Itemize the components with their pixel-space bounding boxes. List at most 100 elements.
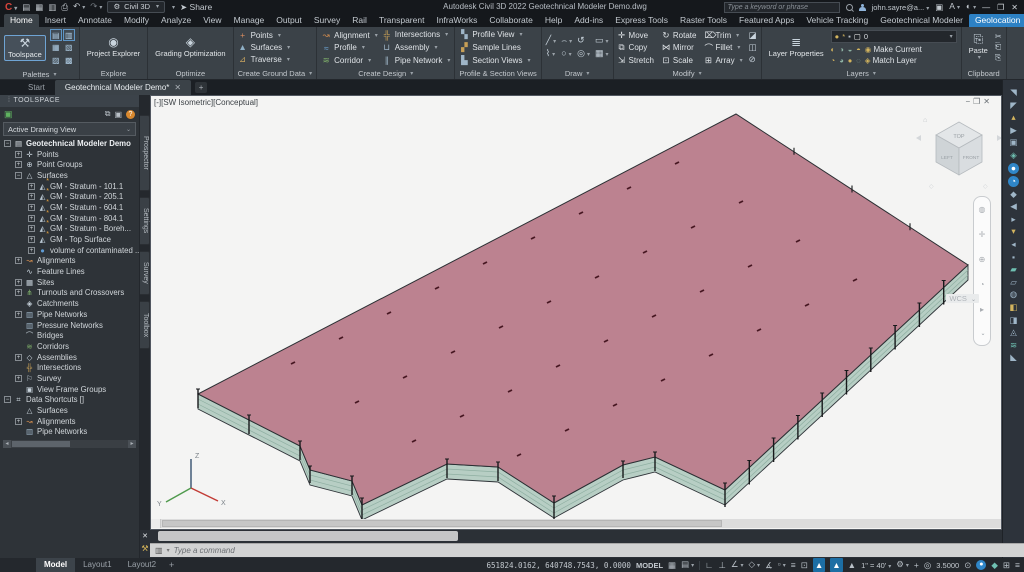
hatch-icon[interactable]: ▦▾	[595, 48, 609, 60]
pipe-network-button[interactable]: ∥Pipe Network▾	[382, 55, 451, 66]
ribbon-tab-home[interactable]: Home	[4, 14, 39, 27]
tray-icon[interactable]: ◆	[991, 558, 998, 572]
search-icon[interactable]	[846, 4, 853, 11]
traverse-button[interactable]: ⊿Traverse▾	[238, 54, 291, 65]
docked-tool-icon[interactable]: ≋	[1010, 339, 1017, 352]
workspace-switch-icon[interactable]: ⚙▾	[896, 557, 909, 572]
app-menu-button[interactable]: C▾	[5, 2, 17, 13]
stretch-button[interactable]: ⇲Stretch	[618, 55, 654, 66]
ribbon-tab-rail[interactable]: Rail	[346, 14, 373, 27]
ribbon-tab-raster-tools[interactable]: Raster Tools	[674, 14, 733, 27]
viewport-maximize-icon[interactable]: ❐	[973, 97, 983, 106]
ribbon-tab-help[interactable]: Help	[539, 14, 568, 27]
tree-item-surface[interactable]: +◭GM - Stratum - 604.1	[2, 202, 139, 213]
customize-plus-icon[interactable]: +	[914, 558, 919, 572]
wcs-selector[interactable]: WCS ⌄	[946, 294, 979, 303]
ribbon-tab-featured-apps[interactable]: Featured Apps	[733, 14, 800, 27]
tree-item-points[interactable]: +✛Points	[2, 149, 139, 160]
docked-tool-icon[interactable]: ◈	[1010, 149, 1017, 162]
project-explorer-button[interactable]: ◉ Project Explorer	[84, 35, 143, 59]
tree-item-surfaces[interactable]: −△Surfaces	[2, 170, 139, 181]
docked-tool-icon[interactable]: ▾	[1011, 225, 1015, 238]
paste-button[interactable]: ⎘ Paste▾	[966, 32, 991, 63]
drawing-viewport[interactable]: ⌂ TOP LEFT FRONT ◇ ◇ Z X Y	[150, 95, 1002, 530]
panel-label-explore[interactable]: Explore	[80, 68, 147, 79]
tab-toolbox[interactable]: Toolbox	[140, 301, 150, 349]
docked-tool-icon[interactable]: ◂	[1011, 238, 1015, 251]
layer-tool-icon[interactable]: ◐	[831, 45, 836, 54]
isodraft-icon[interactable]: ∡	[765, 558, 773, 572]
scrollbar-corner[interactable]	[151, 519, 161, 528]
ribbon-tab-express-tools[interactable]: Express Tools	[609, 14, 674, 27]
panorama-icon[interactable]: ⧉	[105, 109, 111, 119]
orbit-icon[interactable]: ◔	[980, 280, 985, 289]
copy-clip-icon[interactable]: ⎗	[995, 42, 1002, 52]
erase-icon[interactable]: ◪	[749, 30, 757, 41]
tree-item-surface[interactable]: +◭GM - Stratum - 804.1	[2, 213, 139, 224]
layer-tool-icon[interactable]: ◓	[856, 45, 861, 54]
properties-palette-icon[interactable]: ▤	[50, 29, 62, 41]
section-views-button[interactable]: ▙Section Views▾	[459, 55, 530, 66]
docked-tool-icon[interactable]: ◆	[1010, 188, 1017, 201]
array-button[interactable]: ⊞Array▾	[704, 55, 742, 66]
docked-tool-icon[interactable]: ◤	[1010, 99, 1017, 112]
offset-icon[interactable]: ⊘	[749, 54, 757, 65]
docked-tool-icon[interactable]: ◍	[1010, 288, 1017, 301]
panel-label-palettes[interactable]: Palettes▾	[0, 69, 79, 79]
ribbon-tab-modify[interactable]: Modify	[118, 14, 155, 27]
palette-icon[interactable]: ▧	[63, 42, 75, 54]
ortho-icon[interactable]: ∠▾	[731, 557, 744, 572]
rectangle-icon[interactable]: ▭▾	[595, 35, 609, 47]
viewport-minimize-icon[interactable]: −	[965, 97, 973, 106]
panel-label-draw[interactable]: Draw▾	[542, 68, 613, 79]
units-icon[interactable]: ⊙	[964, 558, 971, 572]
panel-label-create-ground-data[interactable]: Create Ground Data▾	[234, 68, 317, 79]
layer-tool-icon[interactable]: ◔	[831, 56, 836, 65]
ribbon-tab-geotechnical-modeler[interactable]: Geotechnical Modeler	[874, 14, 969, 27]
tree-item-surface[interactable]: +◭GM - Stratum - Boreh...	[2, 224, 139, 235]
rotate-button[interactable]: ↻Rotate	[662, 30, 697, 41]
ribbon-tab-infraworks[interactable]: InfraWorks	[430, 14, 483, 27]
tree-item-view-frame-groups[interactable]: +▣View Frame Groups	[2, 384, 139, 395]
ellipse-icon[interactable]: ◎▾	[577, 48, 590, 60]
mirror-button[interactable]: ⋈Mirror	[662, 42, 697, 54]
ribbon-tab-survey[interactable]: Survey	[308, 14, 346, 27]
fillet-button[interactable]: ⌒Fillet▾	[704, 42, 742, 54]
preview-toggle-icon[interactable]: ▣	[114, 110, 122, 119]
navbar-more-icon[interactable]: ⌄	[980, 330, 985, 337]
move-button[interactable]: ✛Move	[618, 30, 654, 41]
command-close-icon[interactable]: ✕	[142, 532, 148, 540]
tree-item-bridges[interactable]: +⌒Bridges	[2, 330, 139, 341]
tree-item-pressure-networks[interactable]: +▥Pressure Networks	[2, 320, 139, 331]
layer-tool-icon[interactable]: ◒	[848, 45, 853, 54]
account-name[interactable]: john.sayre@a...▾	[872, 3, 930, 12]
scroll-thumb[interactable]	[12, 441, 70, 447]
redo-icon[interactable]: ↷▾	[90, 0, 102, 15]
pan-icon[interactable]: ✛	[979, 230, 986, 239]
restore-button[interactable]: ❐	[997, 3, 1005, 12]
top-surface-face[interactable]	[198, 114, 968, 505]
layer-tool-icon[interactable]: ●	[848, 56, 853, 65]
docked-tool-icon[interactable]: ▣	[1009, 136, 1017, 149]
tree-item-data-shortcuts[interactable]: −⌗Data Shortcuts []	[2, 395, 139, 406]
docked-globe-icon[interactable]: ◔	[1008, 176, 1019, 187]
profile-view-button[interactable]: ▚Profile View▾	[459, 29, 530, 40]
ribbon-tab-insert[interactable]: Insert	[39, 14, 72, 27]
panel-label-layers[interactable]: Layers▾	[762, 68, 961, 79]
selection-cycling-icon[interactable]: ⊡	[801, 558, 808, 572]
toolspace-button[interactable]: ⚒ Toolspace	[4, 35, 46, 61]
autodesk-icon[interactable]: A▾	[949, 0, 960, 15]
arc-icon[interactable]: ⌢▾	[561, 35, 572, 47]
file-tab-start[interactable]: Start	[18, 80, 55, 95]
match-layer-button[interactable]: ◈ Match Layer	[865, 56, 917, 65]
docked-globe-icon[interactable]: ●	[1008, 163, 1019, 174]
panel-label-profile-section-views[interactable]: Profile & Section Views	[455, 68, 540, 79]
toolspace-title[interactable]: ⁞TOOLSPACE	[0, 95, 139, 107]
lineweight-icon[interactable]: ≡	[791, 558, 796, 572]
trim-button[interactable]: ⌦Trim▾	[704, 30, 742, 41]
cut-icon[interactable]: ✂	[995, 32, 1002, 41]
tree-item-surface[interactable]: +◭GM - Stratum - 101.1	[2, 181, 139, 192]
tree-item-point-groups[interactable]: +⊕Point Groups	[2, 159, 139, 170]
docked-tool-icon[interactable]: ▴	[1011, 111, 1015, 124]
ribbon-tab-annotate[interactable]: Annotate	[72, 14, 118, 27]
